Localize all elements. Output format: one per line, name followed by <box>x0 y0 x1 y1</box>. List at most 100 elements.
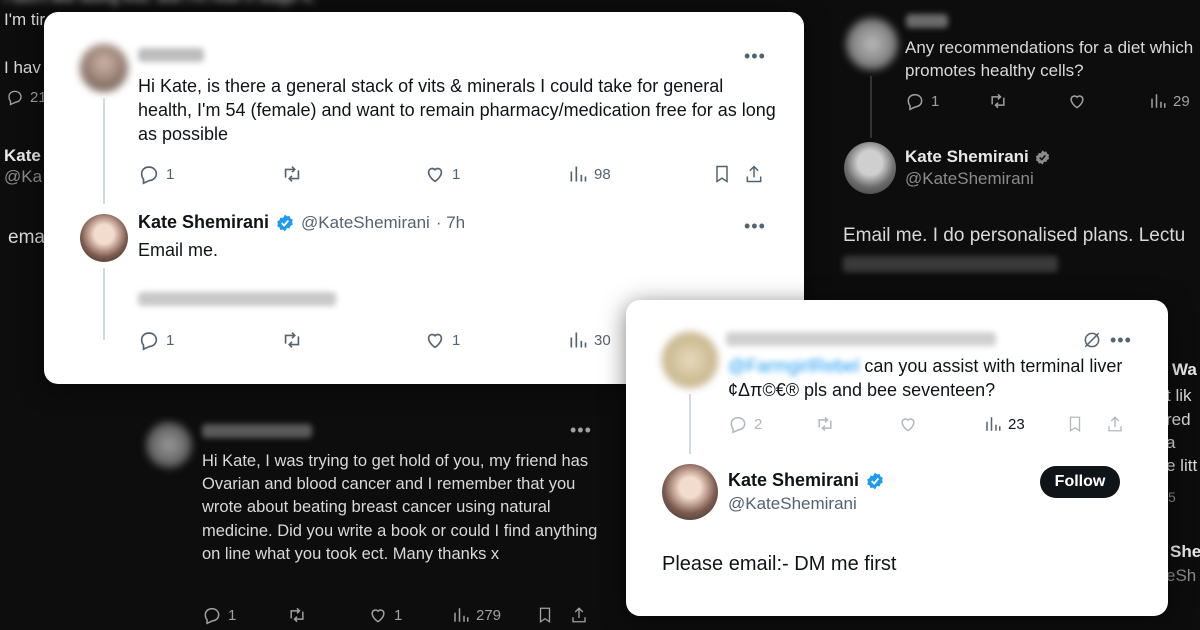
author-name: Kate Shemirani <box>905 147 1029 166</box>
reply-action[interactable]: 1 <box>138 329 174 351</box>
retweet-action[interactable] <box>280 329 304 351</box>
like-icon <box>1070 95 1084 109</box>
background-tweet-line1: I don't like doing this. But I'm now 5 s… <box>4 0 404 9</box>
avatar <box>80 214 128 262</box>
reply-icon <box>204 608 220 625</box>
avatar <box>662 332 718 388</box>
author-name[interactable]: Kate Shemirani <box>138 212 269 233</box>
reply-icon <box>140 166 158 185</box>
reply-count: 2 <box>754 415 763 433</box>
retweet-icon <box>290 607 304 623</box>
retweet-icon <box>284 166 300 182</box>
bookmark-action[interactable] <box>1066 414 1084 434</box>
verified-icon <box>867 472 883 489</box>
like-icon <box>427 333 443 349</box>
bookmark-icon <box>716 165 728 183</box>
thread-line <box>103 268 105 340</box>
like-icon <box>427 167 443 183</box>
share-icon <box>1108 416 1122 432</box>
views-count: 30 <box>594 331 611 349</box>
like-icon <box>371 609 385 623</box>
more-icon[interactable]: ••• <box>570 420 592 441</box>
reply-header: Kate Shemirani @KateShemirani · 7h <box>138 212 465 233</box>
retweet-icon <box>818 416 832 432</box>
reply-count: 1 <box>166 165 175 183</box>
views-action[interactable]: 98 <box>568 164 611 184</box>
retweet-action[interactable] <box>987 91 1009 111</box>
reply-count: 1 <box>166 331 175 349</box>
share-icon <box>746 165 762 183</box>
bookmark-action[interactable] <box>536 605 554 625</box>
reply-count: 1 <box>228 606 237 624</box>
author-name[interactable]: Kate Shemirani <box>728 470 859 491</box>
background-action-bar: 1 1 279 <box>202 604 602 626</box>
retweet-action[interactable] <box>814 414 836 434</box>
thread-line <box>870 76 872 138</box>
reply-icon <box>730 417 746 434</box>
grok-icon[interactable] <box>1082 330 1102 350</box>
background-tweet-line3: I hav <box>4 58 41 77</box>
background-reply-text: Email me. I do personalised plans. Lectu <box>843 225 1186 246</box>
share-action[interactable] <box>744 163 764 185</box>
views-action[interactable]: 279 <box>452 606 501 624</box>
retweet-icon <box>284 332 300 348</box>
background-question-text: Any recommendations for a diet which pro… <box>905 38 1194 80</box>
question-text: @FarmgirlRebel can you assist with termi… <box>728 354 1128 402</box>
reply-action[interactable]: 1 <box>905 91 939 111</box>
verified-icon <box>1035 149 1049 165</box>
reply-header: Kate Shemirani <box>728 470 885 491</box>
more-icon[interactable]: ••• <box>744 216 766 237</box>
bookmark-icon <box>1069 416 1081 433</box>
retweet-action[interactable] <box>280 163 304 185</box>
reply-action[interactable]: 1 <box>138 163 174 185</box>
fragment-text: e litt <box>1166 456 1198 475</box>
question-action-bar: 2 <box>728 412 1148 436</box>
background-tweet-text: Hi Kate, I was trying to get hold of you… <box>202 452 598 563</box>
views-icon <box>570 166 587 182</box>
author-handle[interactable]: @KateShemirani <box>728 494 857 514</box>
like-count: 1 <box>394 606 403 624</box>
more-icon[interactable]: ••• <box>744 46 766 67</box>
reply-action[interactable]: 1 <box>202 605 236 625</box>
reply-text: Please email:- DM me first <box>662 553 897 575</box>
tweet-card-2: ••• @FarmgirlRebel can you assist with t… <box>626 300 1168 616</box>
bookmark-action[interactable] <box>712 163 732 185</box>
like-action[interactable] <box>898 414 918 434</box>
views-action[interactable]: 30 <box>568 330 611 350</box>
background-tweet-line2: I'm tir <box>4 10 46 29</box>
thread-line <box>689 394 691 454</box>
reply-count: 1 <box>931 92 940 110</box>
like-action[interactable]: 1 <box>424 329 460 351</box>
reply-icon <box>8 90 22 106</box>
like-action[interactable] <box>1067 91 1087 111</box>
share-action[interactable] <box>1106 414 1124 434</box>
views-action[interactable]: 29 <box>1149 92 1190 110</box>
fragment-text: t lik <box>1166 386 1192 405</box>
views-action[interactable]: 23 <box>984 412 1025 436</box>
avatar <box>662 464 718 520</box>
reply-action[interactable]: 21 <box>6 88 47 106</box>
share-action[interactable] <box>570 605 588 625</box>
background-author-name: Kate <box>4 146 41 165</box>
author-handle[interactable]: @KateShemirani <box>301 213 430 233</box>
background-author-handle: @KateShemirani <box>905 169 1034 188</box>
question-text: Hi Kate, is there a general stack of vit… <box>138 76 776 144</box>
reply-icon <box>907 94 923 111</box>
reply-action[interactable]: 2 <box>728 414 762 434</box>
question-action-bar: 1 1 98 <box>138 162 778 186</box>
like-action[interactable]: 1 <box>424 163 460 185</box>
timestamp[interactable]: · 7h <box>436 213 465 233</box>
like-action[interactable]: 1 <box>368 605 402 625</box>
views-icon <box>986 417 1001 431</box>
avatar <box>846 18 898 70</box>
retweet-action[interactable] <box>286 605 308 625</box>
background-author-row: Kate Shemirani <box>905 147 1051 167</box>
more-icon[interactable]: ••• <box>1110 330 1132 351</box>
mention-link[interactable]: @FarmgirlRebel <box>728 356 859 376</box>
blurred-username <box>906 14 948 28</box>
fragment-text: red a <box>1166 410 1191 452</box>
like-count: 1 <box>452 165 461 183</box>
retweet-icon <box>991 93 1005 109</box>
follow-button[interactable]: Follow <box>1040 466 1120 498</box>
views-icon <box>454 608 469 622</box>
